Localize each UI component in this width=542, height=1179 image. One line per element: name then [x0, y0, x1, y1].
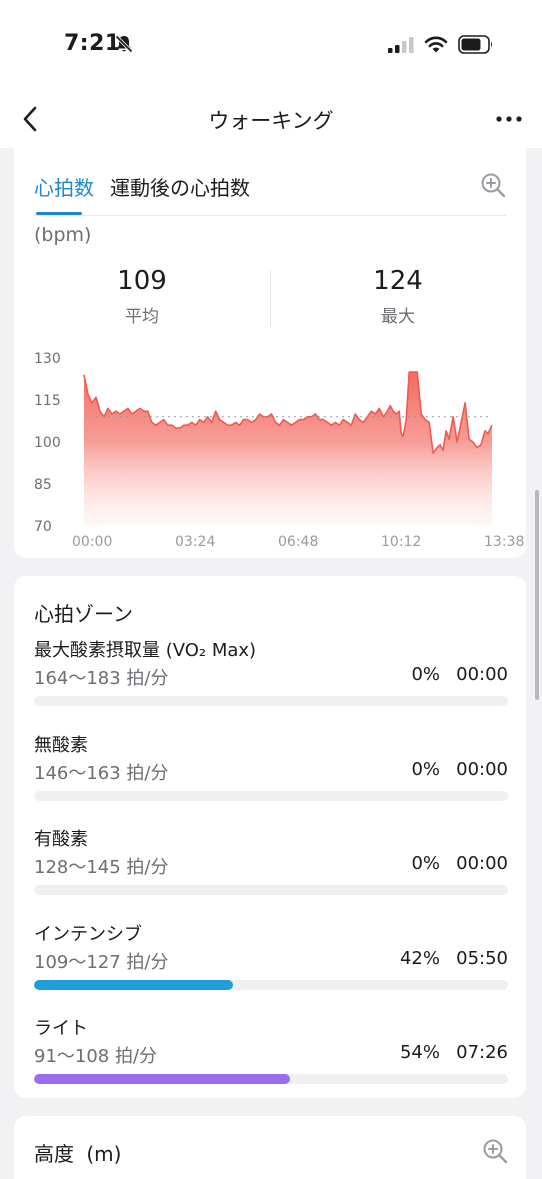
page-title: ウォーキング — [208, 109, 334, 133]
zone-aerobic: 有酸素 128〜145 拍/分 0% 00:00 — [34, 825, 508, 905]
navigation-bar: ウォーキング — [0, 90, 542, 148]
altitude-unit: (m) — [86, 1142, 122, 1166]
tab-post-exercise-heart-rate[interactable]: 運動後の心拍数 — [110, 172, 250, 201]
zone-progress-fill — [34, 1074, 290, 1084]
zone-range: 91〜108 拍/分 — [34, 1046, 158, 1067]
y-tick-label: 130 — [34, 351, 61, 367]
zone-name: インテンシブ — [34, 924, 142, 945]
x-tick-label: 00:00 — [72, 534, 112, 550]
zone-name: 無酸素 — [34, 735, 88, 756]
zone-light: ライト 91〜108 拍/分 54% 07:26 — [34, 1014, 508, 1094]
zone-percent: 0% — [411, 759, 440, 780]
battery-icon — [458, 35, 492, 54]
cellular-signal-icon — [388, 37, 414, 53]
scrollbar[interactable] — [535, 490, 539, 700]
x-tick-label: 10:12 — [381, 534, 421, 550]
zone-range: 146〜163 拍/分 — [34, 763, 169, 784]
stat-divider — [270, 270, 271, 326]
max-label: 最大 — [381, 307, 415, 327]
zone-range: 109〜127 拍/分 — [34, 952, 169, 973]
zone-time: 00:00 — [456, 759, 508, 780]
x-tick-label: 03:24 — [175, 534, 215, 550]
y-tick-label: 70 — [34, 519, 52, 535]
y-tick-label: 100 — [34, 435, 61, 451]
heart-rate-area — [84, 372, 492, 526]
x-tick-label: 06:48 — [278, 534, 318, 550]
heart-rate-chart: 130 115 100 85 70 00:00 03:24 06:48 10:12 13:38 — [34, 351, 524, 550]
zone-range: 128〜145 拍/分 — [34, 857, 169, 878]
altitude-title: 高度 (m) — [34, 1138, 121, 1167]
max-value: 124 — [373, 266, 423, 296]
zone-name: 最大酸素摂取量 (VO₂ Max) — [34, 640, 257, 661]
zone-percent: 0% — [411, 853, 440, 874]
heart-rate-tabs: 心拍数 運動後の心拍数 — [14, 148, 526, 216]
zone-progress-track — [34, 791, 508, 801]
zone-progress-track — [34, 885, 508, 895]
zone-time: 00:00 — [456, 853, 508, 874]
zone-percent: 54% — [399, 1042, 440, 1063]
zone-progress-track — [34, 1074, 508, 1084]
altitude-label: 高度 — [34, 1142, 74, 1166]
status-time: 7:21 — [64, 31, 121, 56]
zoom-in-icon[interactable] — [480, 172, 506, 198]
max-heart-rate: 124 最大 — [308, 266, 488, 327]
more-options-icon[interactable] — [494, 108, 524, 130]
status-bar: 7:21 — [0, 0, 542, 90]
y-tick-label: 115 — [34, 393, 61, 409]
zone-percent: 0% — [411, 664, 440, 685]
zone-name: ライト — [34, 1018, 88, 1039]
zone-time: 07:26 — [456, 1042, 508, 1063]
average-heart-rate: 109 平均 — [52, 266, 232, 327]
zone-time: 05:50 — [456, 948, 508, 969]
zone-range: 164〜183 拍/分 — [34, 668, 169, 689]
average-label: 平均 — [125, 307, 159, 327]
zone-progress-track — [34, 696, 508, 706]
bell-muted-icon — [115, 35, 133, 53]
wifi-icon — [424, 36, 448, 53]
bpm-unit-label: (bpm) — [34, 224, 92, 246]
zones-title: 心拍ゾーン — [34, 602, 133, 626]
heart-rate-card: 心拍数 運動後の心拍数 (bpm) 109 平均 124 最大 130 115 10… — [14, 148, 526, 558]
tab-heart-rate[interactable]: 心拍数 — [34, 172, 94, 201]
zone-progress-fill — [34, 980, 234, 990]
heart-rate-zones-card: 心拍ゾーン 最大酸素摂取量 (VO₂ Max) 164〜183 拍/分 0% 0… — [14, 576, 526, 1098]
y-tick-label: 85 — [34, 477, 52, 493]
x-tick-label: 13:38 — [484, 534, 524, 550]
zone-intensive: インテンシブ 109〜127 拍/分 42% 05:50 — [34, 920, 508, 1000]
zone-name: 有酸素 — [34, 829, 88, 850]
average-value: 109 — [117, 266, 167, 296]
zone-progress-track — [34, 980, 508, 990]
zone-vo2max: 最大酸素摂取量 (VO₂ Max) 164〜183 拍/分 0% 00:00 — [34, 636, 508, 716]
altitude-card: 高度 (m) — [14, 1116, 526, 1179]
zone-percent: 42% — [399, 948, 440, 969]
zone-time: 00:00 — [456, 664, 508, 685]
tabs-divider — [34, 215, 506, 216]
zoom-in-icon[interactable] — [482, 1138, 508, 1164]
zone-anaerobic: 無酸素 146〜163 拍/分 0% 00:00 — [34, 731, 508, 811]
